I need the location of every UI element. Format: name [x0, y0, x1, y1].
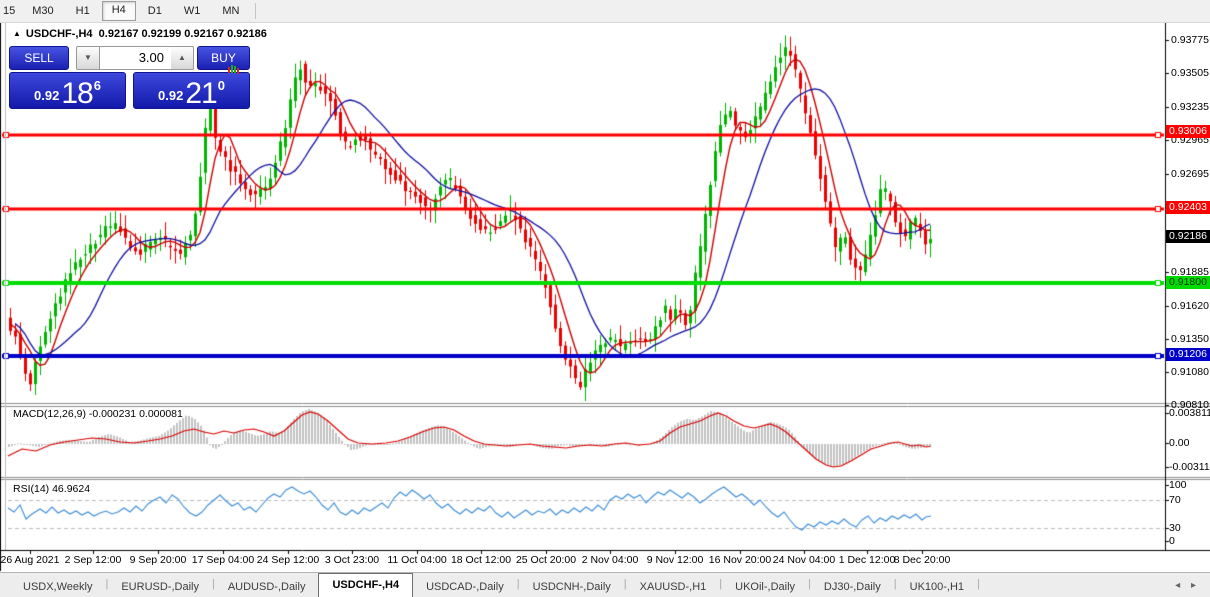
date-axis-label: 11 Oct 04:00 [387, 554, 447, 566]
chart-ohlc-values: 0.92167 0.92199 0.92167 0.92186 [98, 28, 267, 40]
rsi-tick-label: 100 [1169, 479, 1187, 491]
price-tick-label: 0.93775 [1171, 34, 1209, 46]
buy-price-box[interactable]: 0.92 21 0 [133, 72, 250, 109]
timeframe-button-15[interactable]: 15 [1, 1, 20, 21]
sell-button[interactable]: SELL [9, 46, 69, 70]
tab-scroll-left-icon[interactable]: ◂ [1171, 580, 1184, 591]
timeframe-button-w1[interactable]: W1 [174, 1, 211, 21]
sell-price-big: 18 [61, 77, 93, 110]
chart-tab-usdx-weekly[interactable]: USDX,Weekly [10, 577, 105, 597]
rsi-label: RSI(14) 46.9624 [13, 483, 91, 495]
price-tick-label: 0.92695 [1171, 168, 1209, 180]
buy-button[interactable]: BUY [197, 46, 250, 70]
timeframe-buttons: 15 M30 H1 H4 D1 W1 MN [0, 1, 261, 21]
buy-price-sup: 0 [217, 78, 225, 93]
date-axis-label: 2 Nov 04:00 [581, 554, 639, 566]
timeframe-button-mn[interactable]: MN [212, 1, 249, 21]
buy-price-big: 21 [185, 77, 217, 110]
date-axis-label: 26 Aug 2021 [0, 554, 60, 566]
collapse-triangle-icon[interactable]: ▲ [13, 29, 21, 38]
date-axis-label: 3 Oct 23:00 [324, 554, 380, 566]
timeframe-toolbar: 15 M30 H1 H4 D1 W1 MN [0, 0, 1210, 23]
volume-control: ▼ 3.00 ▲ [76, 46, 194, 70]
price-tick-label: 0.91080 [1171, 366, 1209, 378]
one-click-trading-panel: SELL ▼ 3.00 ▲ BUY 0.92 18 6 0.92 21 0 [9, 46, 250, 109]
date-axis-label: 25 Oct 20:00 [515, 554, 577, 566]
timeframe-button-h4[interactable]: H4 [101, 1, 136, 21]
tab-scroll-right-icon[interactable]: ▸ [1187, 580, 1200, 591]
chart-symbol: USDCHF-,H4 [25, 28, 93, 40]
chart-tab-usdcad-daily[interactable]: USDCAD-,Daily [413, 577, 517, 597]
chart-tab-dj30-daily[interactable]: DJ30-,Daily [811, 577, 894, 597]
chart-tabs: USDX,Weekly | EURUSD-,Daily | AUDUSD-,Daily U… [10, 573, 980, 597]
timeframe-button-h1[interactable]: H1 [66, 1, 100, 21]
sell-price-sup: 6 [93, 78, 101, 93]
price-tag-091206: 0.91206 [1166, 348, 1210, 361]
chart-tab-usdcnh-daily[interactable]: USDCNH-,Daily [520, 577, 624, 597]
chart-tab-uk100-h1[interactable]: UK100-,H1 [897, 577, 977, 597]
price-tick-label: 0.93235 [1171, 101, 1209, 113]
date-axis-label: 1 Dec 12:00 [838, 554, 896, 566]
price-tick-label: 0.91620 [1171, 300, 1209, 312]
volume-increase-icon[interactable]: ▲ [171, 46, 194, 70]
price-tag-091800: 0.91800 [1166, 276, 1210, 289]
chart-tab-ukoil-daily[interactable]: UKOil-,Daily [722, 577, 808, 597]
timeframe-button-d1[interactable]: D1 [138, 1, 172, 21]
chart-title: ▲ USDCHF-,H4 0.92167 0.92199 0.92167 0.92… [13, 28, 267, 40]
chart-tab-usdchf-h4[interactable]: USDCHF-,H4 [318, 573, 414, 597]
date-axis-label: 16 Nov 20:00 [708, 554, 772, 566]
macd-tick-label: 0.003811 [1169, 407, 1210, 419]
price-tag-092186: 0.92186 [1166, 230, 1210, 243]
macd-label: MACD(12,26,9) -0.000231 0.000081 [13, 408, 183, 420]
one-click-trading-icon[interactable] [227, 64, 240, 75]
volume-decrease-icon[interactable]: ▼ [76, 46, 100, 70]
date-axis-label: 17 Sep 04:00 [191, 554, 255, 566]
buy-price-prefix: 0.92 [158, 88, 184, 103]
rsi-tick-label: 0 [1169, 535, 1175, 547]
chart-tab-xauusd-h1[interactable]: XAUUSD-,H1 [627, 577, 720, 597]
date-axis-label: 24 Nov 04:00 [772, 554, 836, 566]
date-axis-label: 9 Nov 12:00 [646, 554, 704, 566]
price-tick-label: 0.91350 [1171, 333, 1209, 345]
timeframe-button-m30[interactable]: M30 [22, 1, 63, 21]
date-axis-label: 24 Sep 12:00 [256, 554, 320, 566]
chart-tab-eurusd-daily[interactable]: EURUSD-,Daily [108, 577, 212, 597]
price-tag-093006: 0.93006 [1166, 125, 1210, 138]
sell-price-prefix: 0.92 [34, 88, 60, 103]
toolbar-separator [255, 3, 257, 19]
date-axis-label: 18 Oct 12:00 [450, 554, 512, 566]
rsi-tick-label: 70 [1169, 494, 1181, 506]
macd-tick-label: 0.00 [1169, 437, 1190, 449]
tab-separator: | [977, 578, 980, 590]
date-axis-label: 2 Sep 12:00 [64, 554, 122, 566]
volume-field[interactable]: 3.00 [100, 46, 171, 70]
price-tick-label: 0.93505 [1171, 67, 1209, 79]
date-axis-label: 8 Dec 20:00 [893, 554, 951, 566]
rsi-tick-label: 30 [1169, 522, 1181, 534]
price-tag-092403: 0.92403 [1166, 201, 1210, 214]
macd-tick-label: -0.003115 [1169, 461, 1210, 473]
chart-tab-bar: USDX,Weekly | EURUSD-,Daily | AUDUSD-,Daily U… [0, 572, 1210, 597]
date-axis-label: 9 Sep 20:00 [129, 554, 187, 566]
chart-tab-audusd-daily[interactable]: AUDUSD-,Daily [215, 577, 319, 597]
sell-price-box[interactable]: 0.92 18 6 [9, 72, 126, 109]
tab-scroll-arrows: ◂ ▸ [1171, 580, 1200, 591]
